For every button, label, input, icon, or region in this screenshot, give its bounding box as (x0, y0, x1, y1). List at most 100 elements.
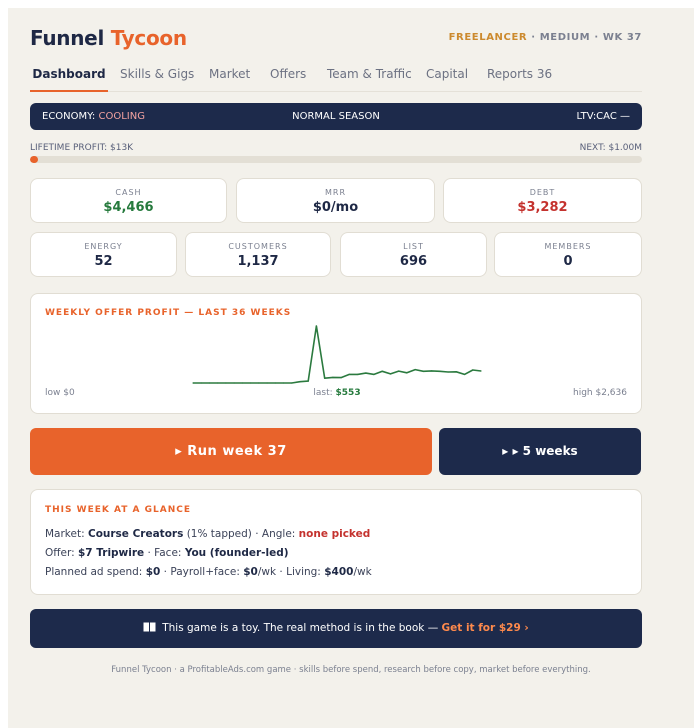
profit-point-week-6 (233, 382, 235, 384)
stat-label: MRR (324, 188, 347, 197)
profit-point-week-27 (406, 372, 408, 374)
profit-point-week-11 (274, 382, 276, 384)
stat-value: $0/mo (312, 200, 359, 215)
stat-card-members: MEMBERS 0 (494, 232, 642, 277)
tab-reports[interactable]: Reports 36 (487, 67, 552, 92)
brand-name-part1: Funnel (30, 26, 105, 50)
next-goal-label: NEXT: $1.00M (579, 143, 642, 153)
profit-point-week-36 (480, 370, 482, 372)
stat-label: CUSTOMERS (228, 242, 288, 251)
glance-spend-line: Planned ad spend: $0 · Payroll+face: $0/… (45, 566, 372, 578)
stat-value: $4,466 (103, 200, 154, 215)
profit-point-week-28 (414, 369, 416, 371)
glance-face-prefix: · Face: (147, 547, 182, 559)
lifetime-progress-bar (30, 156, 642, 163)
profit-point-week-24 (381, 370, 383, 372)
season-label: NORMAL SEASON (292, 111, 380, 122)
profit-series-line (193, 325, 482, 384)
run-five-weeks-label: ▸ ▸ 5 weeks (502, 444, 578, 458)
stat-card-debt: DEBT $3,282 (443, 178, 642, 223)
tab-market[interactable]: Market (209, 67, 250, 92)
glance-market-note: (1% tapped) · Angle: (186, 528, 296, 540)
glance-market-value: Course Creators (87, 528, 184, 540)
glance-market-prefix: Market: (45, 528, 85, 540)
profit-point-week-30 (431, 370, 433, 372)
career-label: FREELANCER (448, 32, 528, 43)
stat-label: LIST (403, 242, 424, 251)
profit-point-week-8 (250, 382, 252, 384)
glance-face-value: You (founder-led) (184, 547, 289, 559)
profit-point-week-15 (307, 380, 309, 382)
glance-living-value: $400 (324, 566, 354, 578)
glance-payroll-unit: /wk · Living: (257, 566, 321, 578)
book-promo-banner[interactable]: This game is a toy. The real method is i… (30, 609, 642, 648)
promo-text: This game is a toy. The real method is i… (162, 622, 439, 634)
week-glance-card: THIS WEEK AT A GLANCE Market: Course Cre… (30, 489, 642, 595)
stat-card-customers: CUSTOMERS 1,137 (185, 232, 331, 277)
profit-point-week-29 (422, 370, 424, 372)
chart-last-prefix: last: (313, 388, 333, 398)
profit-point-week-17 (324, 377, 326, 379)
stat-card-list: LIST 696 (340, 232, 487, 277)
glance-offer-value: $7 Tripwire (77, 547, 145, 559)
economy-banner: ECONOMY: COOLING NORMAL SEASON LTV:CAC — (30, 103, 642, 130)
chart-high-label: high $2,636 (573, 388, 627, 398)
stat-value: 696 (399, 254, 428, 269)
promo-cta-link[interactable]: Get it for $29 › (442, 622, 529, 634)
profit-point-week-33 (455, 371, 457, 373)
run-week-label: ▸ Run week 37 (175, 444, 287, 459)
profit-point-week-7 (241, 382, 243, 384)
stat-label: MEMBERS (544, 242, 592, 251)
profit-point-week-20 (348, 373, 350, 375)
tab-team-traffic[interactable]: Team & Traffic (327, 67, 412, 92)
glance-angle-value: none picked (298, 528, 371, 540)
glance-title: THIS WEEK AT A GLANCE (45, 505, 191, 515)
profit-point-week-1 (192, 382, 194, 384)
ltv-cac-label: LTV:CAC — (576, 111, 630, 122)
stat-label: CASH (115, 188, 142, 197)
promo-content: This game is a toy. The real method is i… (30, 622, 642, 634)
stat-card-mrr: MRR $0/mo (236, 178, 435, 223)
stat-value: 1,137 (237, 254, 279, 269)
tab-skills-gigs[interactable]: Skills & Gigs (120, 67, 194, 92)
status-separator: · (594, 32, 603, 43)
chart-last-value: $553 (335, 388, 361, 398)
weekly-profit-chart-card: WEEKLY OFFER PROFIT — LAST 36 WEEKS low … (30, 293, 642, 414)
week-label: WK 37 (602, 32, 642, 43)
status-separator: · (531, 32, 540, 43)
profit-point-week-14 (299, 381, 301, 383)
run-five-weeks-button[interactable]: ▸ ▸ 5 weeks (439, 428, 641, 475)
tab-offers[interactable]: Offers (270, 67, 306, 92)
stat-label: ENERGY (84, 242, 123, 251)
profit-point-week-5 (225, 382, 227, 384)
profit-point-week-31 (439, 370, 441, 372)
profit-point-week-23 (373, 373, 375, 375)
profit-point-week-4 (217, 382, 219, 384)
lifetime-profit-label: LIFETIME PROFIT: $13K (30, 143, 134, 153)
profit-point-week-25 (389, 373, 392, 375)
profit-point-week-35 (472, 369, 474, 371)
run-week-button[interactable]: ▸ Run week 37 (30, 428, 432, 475)
brand-logo: Funnel Tycoon (30, 26, 187, 50)
tab-dashboard[interactable]: Dashboard (30, 67, 108, 92)
profit-point-week-13 (291, 382, 293, 384)
chart-last-label: last: $553 (31, 388, 643, 398)
header: Funnel Tycoon FREELANCER · MEDIUM · WK 3… (30, 26, 642, 54)
tab-bar: Dashboard Skills & Gigs Market Offers Te… (30, 64, 642, 92)
glance-offer-line: Offer: $7 Tripwire · Face: You (founder-… (45, 547, 289, 559)
profit-point-week-10 (266, 382, 268, 384)
game-status: FREELANCER · MEDIUM · WK 37 (449, 32, 642, 43)
lifetime-progress-labels: LIFETIME PROFIT: $13K NEXT: $1.00M (30, 143, 642, 155)
glance-spend-prefix: Planned ad spend: (45, 566, 143, 578)
stat-value: 0 (563, 254, 573, 269)
stat-value: 52 (94, 254, 113, 269)
profit-point-week-18 (332, 376, 334, 378)
lifetime-progress-fill (30, 156, 38, 163)
tab-capital[interactable]: Capital (426, 67, 468, 92)
profit-point-week-19 (340, 377, 342, 379)
profit-point-week-26 (398, 370, 400, 372)
stat-value: $3,282 (517, 200, 568, 215)
glance-payroll-value: $0 (243, 566, 258, 578)
profit-point-week-12 (282, 382, 285, 384)
profit-point-week-34 (463, 373, 466, 375)
